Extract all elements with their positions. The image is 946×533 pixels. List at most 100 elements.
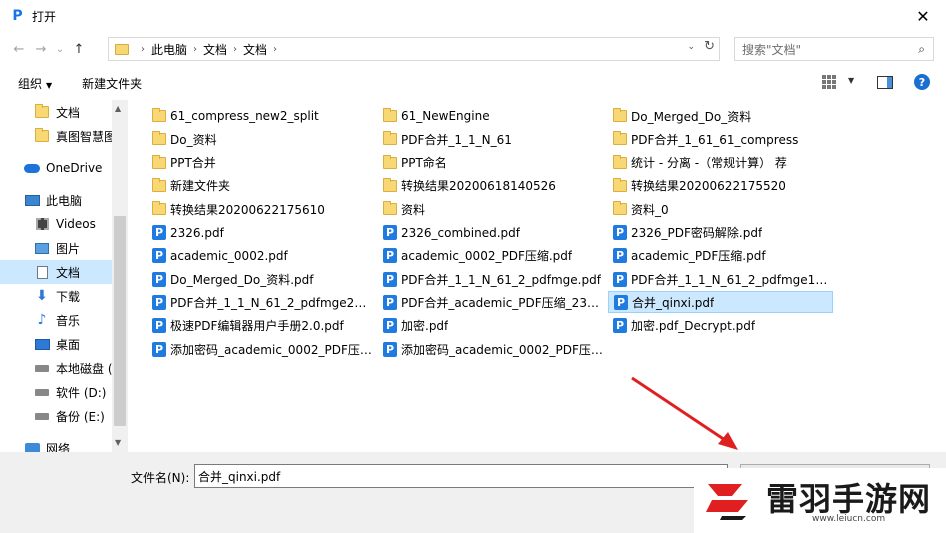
drive-icon (34, 385, 50, 399)
view-grid-icon[interactable] (822, 75, 838, 89)
folder-item[interactable]: 转换结果20200622175520 (608, 175, 833, 197)
breadcrumb-this-pc[interactable]: 此电脑 (151, 41, 187, 58)
nav-scrollbar[interactable]: ▲ ▼ (112, 100, 128, 452)
folder-icon (382, 131, 398, 146)
folder-item[interactable]: 资料 (378, 198, 603, 220)
file-item[interactable]: P Do_Merged_Do_资料.pdf (147, 268, 372, 290)
sidebar-item-label: OneDrive (46, 161, 103, 175)
file-item[interactable]: P 添加密码_academic_0002_PDF压缩... (147, 338, 372, 360)
address-dropdown-icon[interactable]: ⌄ (687, 42, 695, 52)
folder-icon (34, 104, 50, 119)
file-name: 资料 (401, 202, 426, 217)
breadcrumb-documents-sub[interactable]: 文档 (243, 41, 267, 58)
folder-icon (612, 177, 628, 192)
file-name: 2326.pdf (170, 225, 224, 240)
folder-item[interactable]: 61_NewEngine (378, 105, 603, 127)
file-item[interactable]: P 极速PDF编辑器用户手册2.0.pdf (147, 315, 372, 337)
file-item[interactable]: Pacademic_PDF压缩.pdf (608, 245, 833, 267)
sidebar-item-2[interactable]: OneDrive (0, 156, 112, 180)
sidebar-item-11[interactable]: 软件 (D:) (0, 380, 112, 404)
search-input[interactable]: 搜索"文档" ⌕ (734, 37, 934, 61)
pdf-file-icon: P (151, 225, 167, 240)
breadcrumb-separator: › (141, 43, 145, 55)
folder-icon (382, 201, 398, 216)
sidebar-item-4[interactable]: Videos (0, 212, 112, 236)
forward-button[interactable]: → (30, 36, 52, 62)
preview-pane-icon[interactable] (877, 76, 893, 89)
pdf-file-icon: P (382, 271, 398, 287)
pdf-file-icon: P (382, 248, 398, 264)
file-item[interactable]: Pacademic_0002_PDF压缩.pdf (378, 245, 603, 267)
folder-item[interactable]: PDF合并_1_61_61_compress (608, 128, 833, 150)
folder-item[interactable]: 61_compress_new2_split (147, 105, 372, 127)
sidebar-item-5[interactable]: 图片 (0, 236, 112, 260)
up-button[interactable]: ↑ (68, 36, 90, 62)
pc-icon (24, 193, 40, 207)
folder-icon (612, 131, 628, 146)
folder-item[interactable]: 转换结果20200622175610 (147, 198, 372, 220)
folder-icon (34, 128, 50, 143)
folder-item[interactable]: 统计 - 分离 -（常规计算） 荐 (608, 152, 833, 174)
video-icon (34, 217, 50, 231)
sidebar-item-0[interactable]: 文档 (0, 100, 112, 124)
sidebar-item-9[interactable]: 桌面 (0, 332, 112, 356)
file-item[interactable]: P 2326_PDF密码解除.pdf (608, 222, 833, 244)
file-item[interactable]: Pacademic_0002.pdf (147, 245, 372, 267)
file-name: 合并_qinxi.pdf (632, 295, 715, 310)
file-item[interactable]: P 添加密码_academic_0002_PDF压缩... (378, 338, 603, 360)
file-item[interactable]: P PDF合并_1_1_N_61_2_pdfmge1_sp... (608, 268, 833, 290)
sidebar-item-3[interactable]: 此电脑 (0, 188, 112, 212)
folder-icon (151, 201, 167, 216)
scroll-thumb[interactable] (114, 216, 126, 426)
sidebar-item-10[interactable]: 本地磁盘 ( (0, 356, 112, 380)
breadcrumb-documents[interactable]: 文档 (203, 41, 227, 58)
folder-item[interactable]: PPT命名 (378, 152, 603, 174)
folder-item[interactable]: PDF合并_1_1_N_61 (378, 128, 603, 150)
file-item[interactable]: P PDF合并_1_1_N_61_2_pdfmge2_sp... (147, 291, 372, 313)
file-name: 极速PDF编辑器用户手册2.0.pdf (170, 319, 344, 334)
search-icon[interactable]: ⌕ (918, 42, 925, 57)
breadcrumb-separator: › (193, 43, 198, 55)
refresh-icon[interactable]: ↻ (704, 39, 715, 54)
help-icon[interactable]: ? (914, 74, 930, 90)
sidebar-item-7[interactable]: ⬇ 下载 (0, 284, 112, 308)
file-item[interactable]: P PDF合并_academic_PDF压缩_2326... (378, 291, 603, 313)
red-arrow-annotation (631, 376, 738, 450)
close-button[interactable]: ✕ (900, 0, 946, 32)
scroll-down-icon[interactable]: ▼ (115, 438, 121, 447)
folder-item[interactable]: 新建文件夹 (147, 175, 372, 197)
folder-item[interactable]: Do_Merged_Do_资料 (608, 105, 833, 127)
file-name: Do_Merged_Do_资料 (631, 109, 752, 124)
pdf-file-icon: P (382, 294, 398, 310)
folder-item[interactable]: 资料_0 (608, 198, 833, 220)
file-name: 转换结果20200618140526 (401, 179, 556, 194)
command-bar: 组织 ▼ 新建文件夹 ▼ ? (0, 66, 946, 100)
sidebar-item-12[interactable]: 备份 (E:) (0, 404, 112, 428)
new-folder-button[interactable]: 新建文件夹 (82, 75, 142, 92)
file-name: Do_资料 (170, 132, 217, 147)
pdf-file-icon: P (151, 341, 167, 357)
back-button[interactable]: ← (8, 36, 30, 62)
sidebar-item-label: 图片 (56, 241, 81, 256)
folder-item[interactable]: Do_资料 (147, 128, 372, 150)
recent-locations-button[interactable]: ⌄ (52, 36, 68, 62)
folder-icon (382, 177, 398, 192)
file-item[interactable]: P 加密.pdf_Decrypt.pdf (608, 315, 833, 337)
file-item[interactable]: P 加密.pdf (378, 315, 603, 337)
organize-button[interactable]: 组织 ▼ (18, 75, 52, 92)
file-item[interactable]: P 2326.pdf (147, 222, 372, 244)
address-bar[interactable]: › 此电脑 › 文档 › 文档 › ⌄ ↻ (108, 37, 720, 61)
sidebar-item-8[interactable]: ♪ 音乐 (0, 308, 112, 332)
sidebar-item-label: Videos (56, 217, 96, 231)
sidebar-item-6[interactable]: 文档 (0, 260, 112, 284)
sidebar-item-1[interactable]: 真图智慧图 (0, 124, 112, 148)
view-caret-icon[interactable]: ▼ (848, 76, 854, 85)
file-item[interactable]: P PDF合并_1_1_N_61_2_pdfmge.pdf (378, 268, 603, 290)
file-item[interactable]: P 2326_combined.pdf (378, 222, 603, 244)
filename-input[interactable] (194, 464, 728, 488)
scroll-up-icon[interactable]: ▲ (115, 104, 121, 113)
file-item[interactable]: P 合并_qinxi.pdf (608, 291, 833, 314)
folder-item[interactable]: PPT合并 (147, 152, 372, 174)
folder-item[interactable]: 转换结果20200618140526 (378, 175, 603, 197)
file-name: PPT命名 (401, 156, 447, 171)
